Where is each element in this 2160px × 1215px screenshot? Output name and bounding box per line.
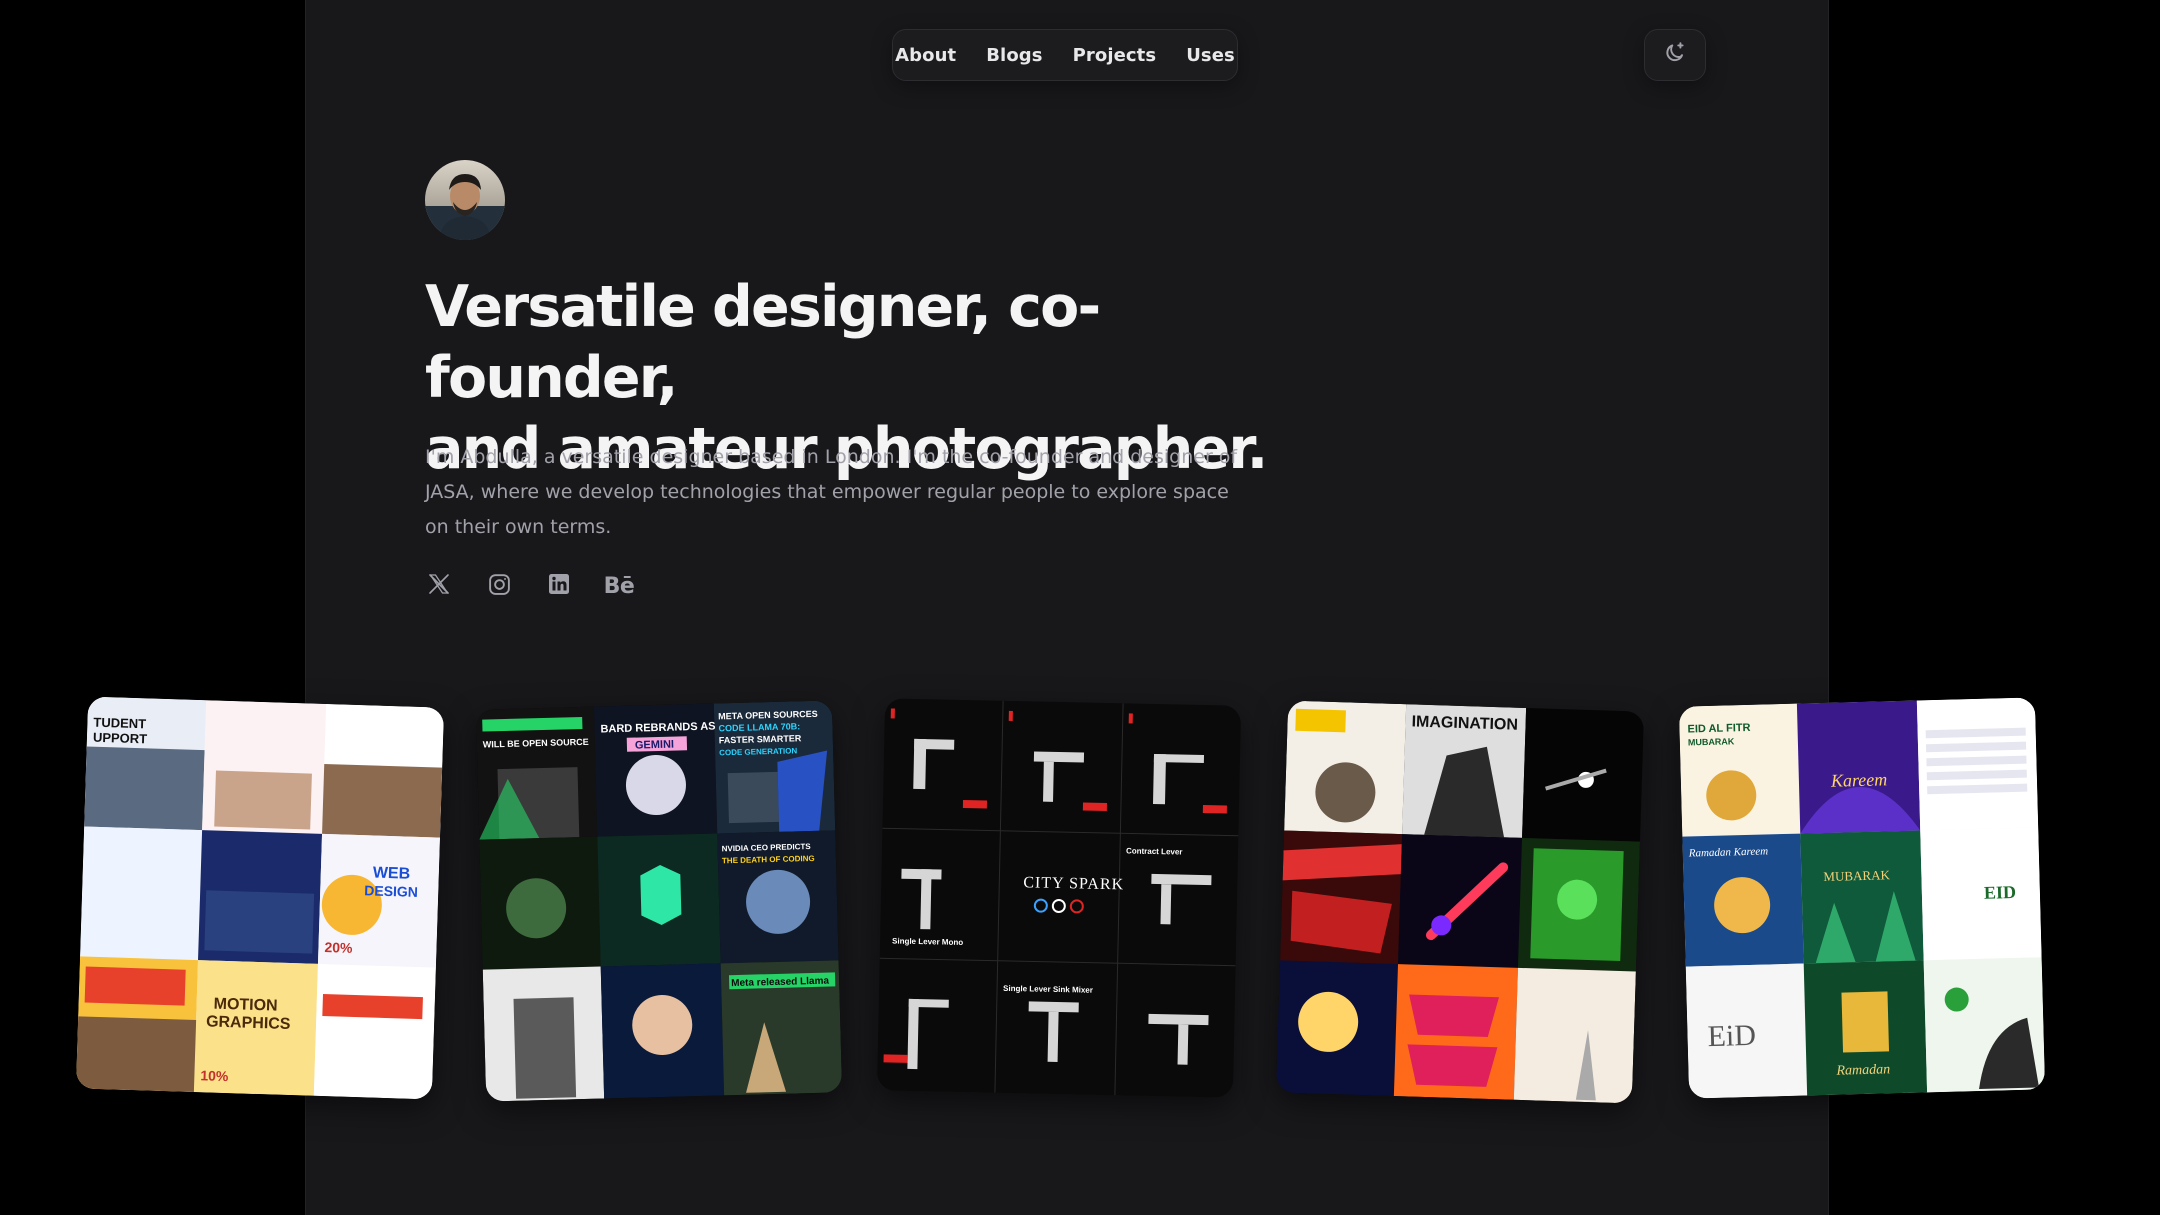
gallery-card-2[interactable]: WILL BE OPEN SOURCE BARD REBRANDS AS GEM… bbox=[475, 700, 843, 1102]
hero-intro: I'm Abdulla, a versatile designer based … bbox=[425, 446, 1238, 538]
nav-uses[interactable]: Uses bbox=[1186, 45, 1235, 66]
card5-text-1: EID AL FITR bbox=[1687, 722, 1750, 736]
nav-projects[interactable]: Projects bbox=[1073, 45, 1157, 66]
instagram-link[interactable] bbox=[485, 572, 513, 600]
top-nav: About Blogs Projects Uses bbox=[892, 29, 1238, 81]
card1-text-5: MOTION bbox=[213, 996, 278, 1015]
linkedin-link[interactable] bbox=[545, 572, 573, 600]
card1-text-6: GRAPHICS bbox=[206, 1013, 291, 1033]
card3-text-2: Single Lever Mono bbox=[892, 937, 963, 947]
theme-toggle-button[interactable] bbox=[1644, 29, 1706, 81]
moon-sparkle-icon bbox=[1662, 40, 1688, 70]
card5-text-6: MUBARAK bbox=[1823, 867, 1890, 884]
card5-text-5: EID bbox=[1984, 882, 2017, 903]
card2-text-5: CODE LLAMA 70B: bbox=[718, 721, 800, 733]
avatar bbox=[425, 160, 505, 240]
behance-icon: Bē bbox=[603, 573, 635, 599]
gallery-card-1[interactable]: TUDENT UPPORT WEB DESIGN MOTION GRAPHICS… bbox=[75, 696, 445, 1100]
card5-text-2: MUBARAK bbox=[1688, 736, 1735, 747]
card1-text-7: 20% bbox=[324, 939, 353, 956]
card1-text-1: TUDENT bbox=[93, 715, 146, 732]
x-twitter-link[interactable] bbox=[425, 572, 453, 600]
card5-text-8: Ramadan bbox=[1835, 1062, 1890, 1078]
card3-text-1: CITY SPARK bbox=[1023, 874, 1124, 893]
gallery-card-4[interactable]: IMAGINATION bbox=[1275, 700, 1645, 1104]
behance-link[interactable]: Bē bbox=[603, 572, 635, 600]
card5-text-7: EiD bbox=[1707, 1019, 1756, 1053]
card2-text-3: GEMINI bbox=[635, 739, 674, 752]
card5-text-3: Kareem bbox=[1830, 769, 1888, 790]
social-links: Bē bbox=[425, 572, 635, 600]
linkedin-icon bbox=[547, 572, 571, 600]
card1-text-3: WEB bbox=[373, 865, 411, 883]
page: About Blogs Projects Uses Versatile desi… bbox=[0, 0, 2160, 1215]
instagram-icon bbox=[487, 572, 512, 601]
gallery-card-5[interactable]: EID AL FITR MUBARAK Kareem Ramadan Karee… bbox=[1678, 697, 2046, 1099]
card3-text-4: Single Lever Sink Mixer bbox=[1003, 984, 1093, 995]
nav-blogs[interactable]: Blogs bbox=[986, 45, 1042, 66]
card5-text-4: Ramadan Kareem bbox=[1688, 845, 1769, 859]
card1-text-2: UPPORT bbox=[93, 730, 148, 747]
card1-text-4: DESIGN bbox=[364, 882, 418, 900]
gallery-card-3[interactable]: CITY SPARK Single Lever Mono Contract Le… bbox=[876, 698, 1242, 1098]
card3-text-3: Contract Lever bbox=[1126, 846, 1183, 856]
headline-line-1: Versatile designer, co-founder, bbox=[425, 274, 1101, 411]
card4-text-1: IMAGINATION bbox=[1411, 713, 1518, 733]
nav-about[interactable]: About bbox=[895, 45, 956, 66]
x-twitter-icon bbox=[427, 572, 451, 600]
card1-text-8: 10% bbox=[200, 1067, 229, 1084]
